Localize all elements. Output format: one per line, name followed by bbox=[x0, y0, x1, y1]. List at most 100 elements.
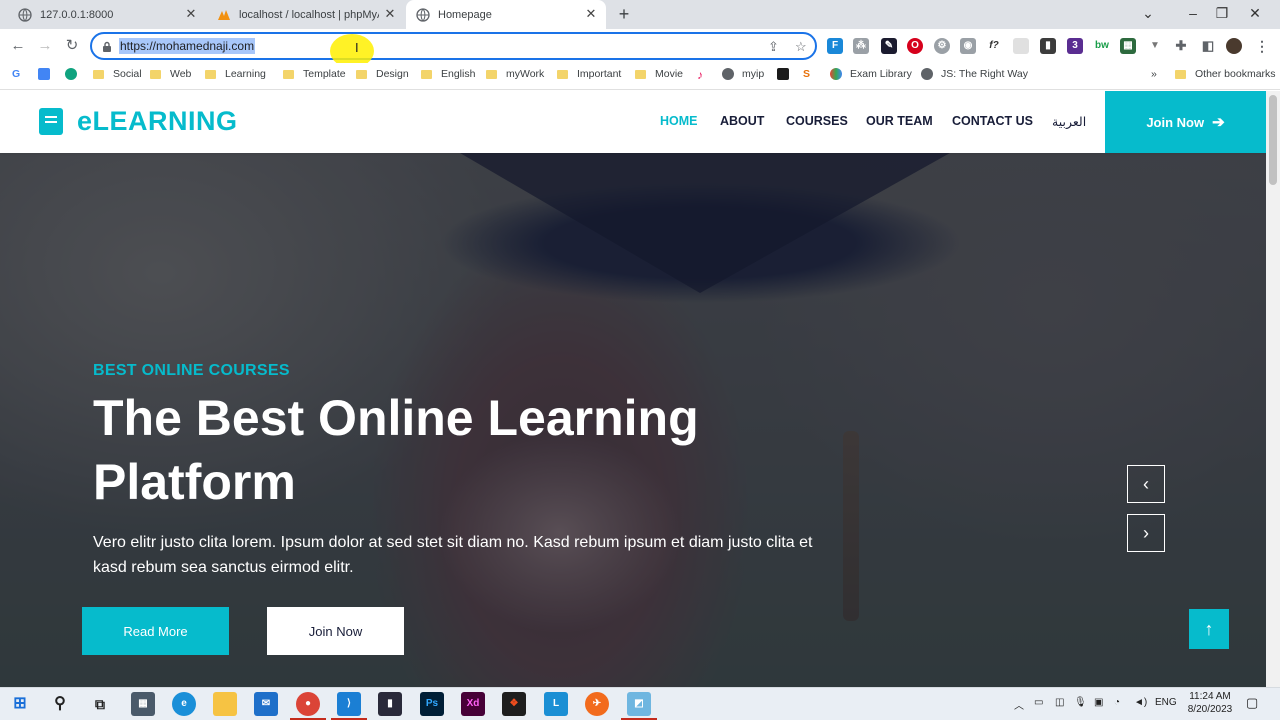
adobe-xd-icon[interactable]: Xd bbox=[461, 692, 485, 716]
address-bar[interactable]: https://mohamednaji.com I ⇪ ☆ bbox=[90, 32, 817, 68]
bookmark-js-right-way[interactable]: JS: The Right Way bbox=[921, 68, 1028, 80]
bookmark-folder-template[interactable]: Template bbox=[283, 68, 346, 80]
menu-kebab-icon[interactable]: ⋮ bbox=[1254, 38, 1270, 54]
carousel-prev-button[interactable]: ‹ bbox=[1127, 465, 1165, 503]
extension-settings-icon[interactable]: ⚙ bbox=[934, 38, 950, 54]
edge-icon[interactable]: e bbox=[172, 692, 196, 716]
new-tab-button[interactable]: + bbox=[614, 4, 634, 24]
angular-icon[interactable] bbox=[777, 68, 797, 80]
minimize-button[interactable]: – bbox=[1178, 0, 1208, 29]
tray-chevron-icon[interactable]: ︿ bbox=[1014, 697, 1024, 712]
page-scrollbar[interactable] bbox=[1266, 91, 1280, 687]
bookmark-star-icon[interactable]: ☆ bbox=[795, 39, 807, 55]
extension-purple-icon[interactable]: 3 bbox=[1067, 38, 1083, 54]
tab-homepage[interactable]: Homepage ✕ bbox=[406, 0, 606, 29]
extension-dark-icon[interactable]: ▮ bbox=[1040, 38, 1056, 54]
app-window-icon[interactable]: ◩ bbox=[627, 692, 651, 716]
nav-about[interactable]: ABOUT bbox=[720, 114, 764, 128]
windows-start-icon[interactable]: ⊞ bbox=[8, 692, 32, 716]
nav-join-now-button[interactable]: Join Now ➔ bbox=[1105, 91, 1266, 153]
nav-arabic[interactable]: العربية bbox=[1052, 114, 1086, 129]
nav-our-team[interactable]: OUR TEAM bbox=[866, 114, 933, 128]
bookmark-folder-social[interactable]: Social bbox=[93, 68, 142, 80]
chatgpt-icon[interactable] bbox=[65, 68, 85, 80]
photoshop-icon[interactable]: Ps bbox=[420, 692, 444, 716]
nav-contact-us[interactable]: CONTACT US bbox=[952, 114, 1033, 128]
extensions-puzzle-icon[interactable]: ✚ bbox=[1173, 38, 1189, 54]
file-explorer-icon[interactable] bbox=[213, 692, 237, 716]
google-icon[interactable]: G bbox=[12, 68, 20, 80]
extension-opera-icon[interactable]: O bbox=[907, 38, 923, 54]
bookmark-folder-design[interactable]: Design bbox=[356, 68, 409, 80]
scrollbar-thumb[interactable] bbox=[1269, 95, 1277, 185]
carousel-next-button[interactable]: › bbox=[1127, 514, 1165, 552]
extension-badge: 3 bbox=[1072, 40, 1078, 51]
read-more-button[interactable]: Read More bbox=[82, 607, 229, 655]
tab-title: 127.0.0.1:8000 bbox=[40, 8, 114, 21]
extension-fx-icon[interactable]: f? bbox=[986, 38, 1002, 54]
postman-icon[interactable]: ✈ bbox=[585, 692, 609, 716]
search-icon[interactable]: ⚲ bbox=[48, 692, 72, 716]
language-indicator[interactable]: ENG bbox=[1155, 697, 1177, 708]
bookmark-folder-learning[interactable]: Learning bbox=[205, 68, 266, 80]
phpstorm-icon[interactable]: ▮ bbox=[378, 692, 402, 716]
extension-camera-icon[interactable]: ◉ bbox=[960, 38, 976, 54]
music-icon[interactable]: ♪ bbox=[697, 68, 703, 82]
bookmark-folder-web[interactable]: Web bbox=[150, 68, 191, 80]
extension-grid-icon[interactable]: ▦ bbox=[1120, 38, 1136, 54]
forward-arrow-icon[interactable]: → bbox=[34, 35, 56, 57]
share-icon[interactable]: ⇪ bbox=[768, 39, 779, 55]
mail-icon[interactable]: ✉ bbox=[254, 692, 278, 716]
close-window-button[interactable]: ✕ bbox=[1240, 0, 1270, 29]
back-to-top-button[interactable]: ↑ bbox=[1189, 609, 1229, 649]
clock-date: 8/20/2023 bbox=[1187, 704, 1233, 715]
book-icon bbox=[39, 108, 63, 135]
back-arrow-icon[interactable]: ← bbox=[7, 35, 29, 57]
close-tab-icon[interactable]: ✕ bbox=[584, 7, 598, 21]
tray-monitor-icon[interactable]: ▣ bbox=[1094, 697, 1103, 708]
bookmark-folder-mywork[interactable]: myWork bbox=[486, 68, 544, 80]
nav-courses[interactable]: COURSES bbox=[786, 114, 848, 128]
s-icon[interactable]: S bbox=[803, 68, 810, 80]
more-bookmarks-chevron[interactable]: » bbox=[1151, 68, 1157, 80]
bookmark-folder-english[interactable]: English bbox=[421, 68, 475, 80]
extension-v-icon[interactable]: ▼ bbox=[1147, 38, 1163, 54]
extension-f-icon[interactable]: F bbox=[827, 38, 843, 54]
site-logo[interactable]: eLEARNING bbox=[39, 106, 238, 137]
tab-phpmyadmin[interactable]: localhost / localhost | phpMyAdmin ✕ bbox=[207, 0, 405, 29]
calculator-icon[interactable]: ▦ bbox=[131, 692, 155, 716]
figma-icon[interactable]: ❖ bbox=[502, 692, 526, 716]
close-tab-icon[interactable]: ✕ bbox=[383, 7, 397, 21]
other-bookmarks-folder[interactable]: Other bookmarks bbox=[1175, 68, 1276, 80]
battery-icon[interactable]: ▭ bbox=[1034, 697, 1043, 708]
extension-pen-icon[interactable]: ✎ bbox=[881, 38, 897, 54]
bookmark-folder-movie[interactable]: Movie bbox=[635, 68, 683, 80]
bookmark-exam-library[interactable]: Exam Library bbox=[830, 68, 912, 80]
tab-search-chevron-icon[interactable]: ⌄ bbox=[1133, 0, 1163, 29]
extension-bw-icon[interactable]: bw bbox=[1094, 38, 1110, 54]
tray-app-icon[interactable]: ◫ bbox=[1055, 697, 1064, 708]
profile-avatar[interactable] bbox=[1226, 38, 1242, 54]
task-view-icon[interactable]: ⧉ bbox=[88, 692, 112, 716]
vscode-icon[interactable]: ⟩ bbox=[337, 692, 361, 716]
translate-icon[interactable] bbox=[38, 68, 58, 80]
extension-blank-icon[interactable] bbox=[1013, 38, 1029, 54]
wifi-icon[interactable]: ◔ bbox=[1114, 697, 1120, 708]
maximize-button[interactable]: ❐ bbox=[1207, 0, 1237, 29]
url-text[interactable]: https://mohamednaji.com bbox=[119, 38, 256, 54]
tab-localhost-8000[interactable]: 127.0.0.1:8000 ✕ bbox=[8, 0, 206, 29]
extension-translate-icon[interactable]: ⁂ bbox=[853, 38, 869, 54]
system-clock[interactable]: 11:24 AM 8/20/2023 bbox=[1180, 690, 1240, 716]
notification-icon[interactable]: ▢ bbox=[1246, 695, 1258, 711]
chrome-icon[interactable]: ● bbox=[296, 692, 320, 716]
hero-join-now-button[interactable]: Join Now bbox=[267, 607, 404, 655]
laragon-icon[interactable]: L bbox=[544, 692, 568, 716]
bookmark-myip[interactable]: myip bbox=[722, 68, 764, 80]
microphone-icon[interactable]: 🎙 bbox=[1074, 697, 1087, 708]
reload-icon[interactable]: ↻ bbox=[61, 35, 83, 57]
nav-home[interactable]: HOME bbox=[660, 114, 698, 128]
close-tab-icon[interactable]: ✕ bbox=[184, 7, 198, 21]
bookmark-folder-important[interactable]: Important bbox=[557, 68, 621, 80]
volume-icon[interactable]: ◄) bbox=[1134, 697, 1147, 708]
side-panel-icon[interactable]: ◧ bbox=[1200, 38, 1216, 54]
